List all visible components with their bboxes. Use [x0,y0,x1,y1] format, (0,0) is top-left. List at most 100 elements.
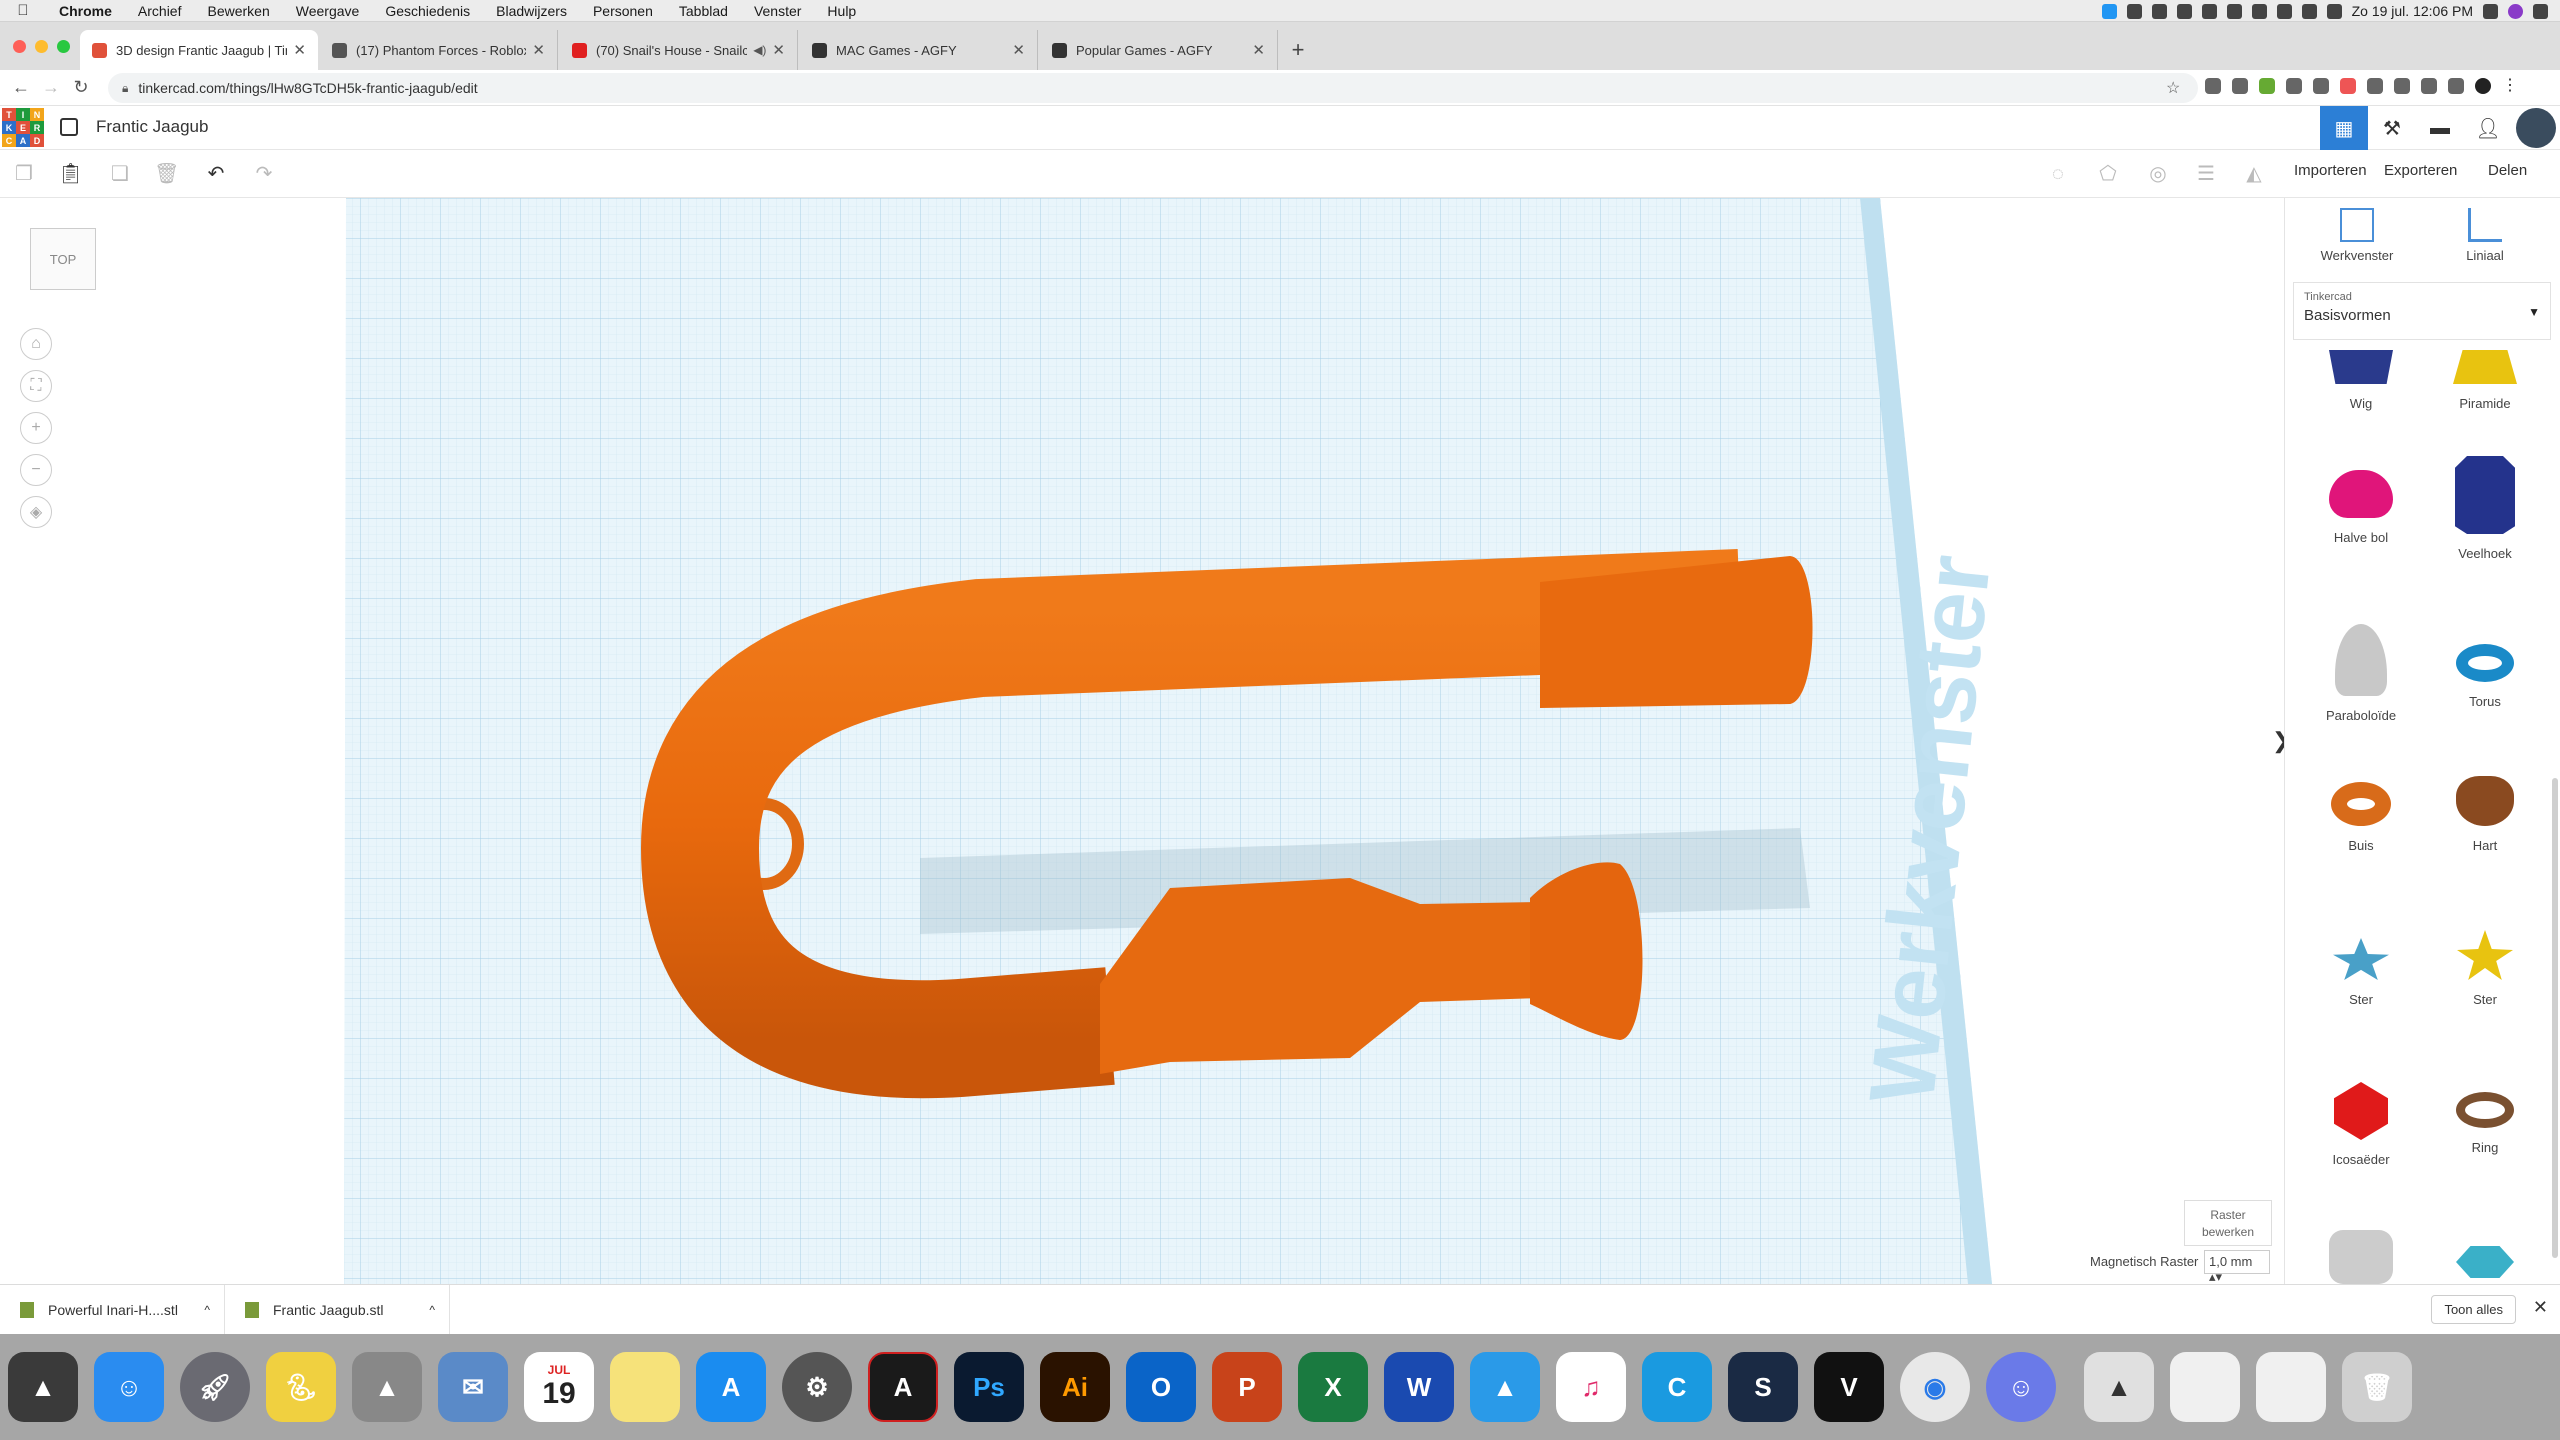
shape-tile[interactable]: Ster [2301,938,2421,1007]
clock[interactable]: Zo 19 jul. 12:06 PM [2352,3,2473,19]
dock-item[interactable] [602,1344,688,1430]
battery-icon[interactable] [2326,3,2342,19]
align-icon[interactable]: ☰ [2194,162,2218,186]
volume-icon[interactable] [2301,3,2317,19]
dock-item[interactable]: ⚙ [774,1344,860,1430]
extension-icon[interactable] [2232,78,2248,94]
dock-item[interactable]: ♫ [1548,1344,1634,1430]
status-icon[interactable] [2101,3,2117,19]
shape-tile[interactable]: Buis [2301,782,2421,853]
snap-grid-select[interactable]: 1,0 mm ▴▾ [2204,1250,2270,1284]
location-icon[interactable] [2126,3,2142,19]
close-tab-icon[interactable]: ✕ [772,41,785,59]
shape-tile[interactable] [2301,1230,2421,1284]
menu-item[interactable]: Tabblad [666,3,741,19]
shape-tile[interactable]: Ster [2425,930,2545,1007]
menu-item[interactable]: Archief [125,3,195,19]
shape-tile[interactable]: Torus [2425,644,2545,709]
url-input[interactable]: 🔒︎ tinkercad.com/things/lHw8GTcDH5k-fran… [108,73,2198,103]
dock-item[interactable]: O [1118,1344,1204,1430]
close-tab-icon[interactable]: ✕ [293,41,306,59]
import-button[interactable]: Importeren [2294,162,2367,179]
dock-item[interactable]: A [860,1344,946,1430]
menu-item[interactable]: Bewerken [194,3,282,19]
bricks-button[interactable]: ▬ [2416,106,2464,150]
shape-tile[interactable]: Wig [2301,350,2421,411]
fit-view-icon[interactable]: ⛶ [20,370,52,402]
dock-item[interactable]: ▲ [1462,1344,1548,1430]
home-view-icon[interactable]: ⌂ [20,328,52,360]
avatar[interactable] [2516,108,2556,148]
menu-item[interactable]: Personen [580,3,666,19]
zoom-in-icon[interactable]: + [20,412,52,444]
shape-tile[interactable]: Halve bol [2301,470,2421,545]
shape-library-select[interactable]: Tinkercad Basisvormen ▼ [2293,282,2551,340]
dock-item[interactable]: ☺ [86,1344,172,1430]
bookmark-star-icon[interactable]: ☆ [2166,78,2180,98]
dock-item[interactable]: ✉ [430,1344,516,1430]
dock-item[interactable] [2248,1344,2334,1430]
dock-item[interactable]: 🗑︎ [2334,1344,2420,1430]
wifi-icon[interactable] [2276,3,2292,19]
status-icon[interactable] [2226,3,2242,19]
zoom-window-icon[interactable] [57,39,70,53]
reload-icon[interactable]: ↻ [66,77,96,98]
notification-center-icon[interactable] [2533,3,2548,19]
close-tab-icon[interactable]: ✕ [1252,41,1265,59]
download-item[interactable]: Powerful Inari-H....stl ^ [0,1284,225,1335]
zoom-out-icon[interactable]: − [20,454,52,486]
shape-tile[interactable]: Piramide [2425,350,2545,411]
download-item[interactable]: Frantic Jaagub.stl ^ [225,1284,450,1335]
edit-grid-button[interactable]: Raster bewerken [2184,1200,2272,1246]
dock-item[interactable]: 🚀︎ [172,1344,258,1430]
dock-item[interactable]: 🐍︎ [258,1344,344,1430]
note-icon[interactable]: ◌ [2046,162,2070,186]
extension-icon[interactable] [2313,78,2329,94]
dock-item[interactable]: X [1290,1344,1376,1430]
show-all-button[interactable]: Toon alles [2431,1295,2516,1324]
blocks-button[interactable]: ⚒ [2368,106,2416,150]
status-icon[interactable] [2151,3,2167,19]
shape-tile[interactable]: Paraboloïde [2301,624,2421,723]
close-tab-icon[interactable]: ✕ [1012,41,1025,59]
collapse-panel-icon[interactable]: ❯ [2272,728,2284,754]
dock-item[interactable]: Ai [1032,1344,1118,1430]
extension-icon[interactable] [2367,78,2383,94]
paste-icon[interactable]: 📋︎ [58,162,83,186]
dock-item[interactable]: S [1720,1344,1806,1430]
speaker-icon[interactable]: ◀) [753,43,766,57]
dock-item[interactable]: ▲ [344,1344,430,1430]
copy-icon[interactable]: ❐ [12,162,36,186]
status-icon[interactable] [2176,3,2192,19]
shape-tile[interactable]: Icosaëder [2301,1082,2421,1167]
close-tab-icon[interactable]: ✕ [532,41,545,59]
perspective-icon[interactable]: ◈ [20,496,52,528]
browser-tab[interactable]: 3D design Frantic Jaagub | Tinkercad ✕ [80,30,318,70]
ruler-tool[interactable]: Liniaal [2425,208,2545,263]
dock-item[interactable]: JUL 19 [516,1344,602,1430]
menu-item[interactable]: Geschiedenis [372,3,483,19]
redo-icon[interactable]: ↷ [252,162,276,186]
workplane-viewport[interactable]: TOP ⌂ ⛶ + − ◈ Werkvenster Raster bewerke… [0,198,2284,1284]
new-tab-button[interactable]: + [1280,30,1316,70]
close-icon[interactable]: ✕ [2533,1297,2548,1318]
dock-item[interactable] [2162,1344,2248,1430]
extension-icon[interactable] [2340,78,2356,94]
dock-item[interactable]: A [688,1344,774,1430]
browser-tab[interactable]: Popular Games - AGFY ✕ [1040,30,1278,70]
extension-icon[interactable] [2448,78,2464,94]
dock-item[interactable]: ▲ [0,1344,86,1430]
3d-view-button[interactable]: ▦ [2320,106,2368,150]
show-all-icon[interactable]: ⬠ [2096,162,2120,186]
menu-item[interactable]: Venster [741,3,814,19]
delete-icon[interactable]: 🗑︎ [154,162,179,186]
panel-scrollbar[interactable] [2552,778,2558,1258]
workplane-tool[interactable]: Werkvenster [2297,208,2417,263]
extension-icon[interactable] [2205,78,2221,94]
extension-icon[interactable] [2259,78,2275,94]
profile-icon[interactable] [2475,78,2491,94]
extension-icon[interactable] [2286,78,2302,94]
dock-item[interactable]: V [1806,1344,1892,1430]
duplicate-icon[interactable]: ❏ [108,162,132,186]
undo-icon[interactable]: ↶ [204,162,228,186]
